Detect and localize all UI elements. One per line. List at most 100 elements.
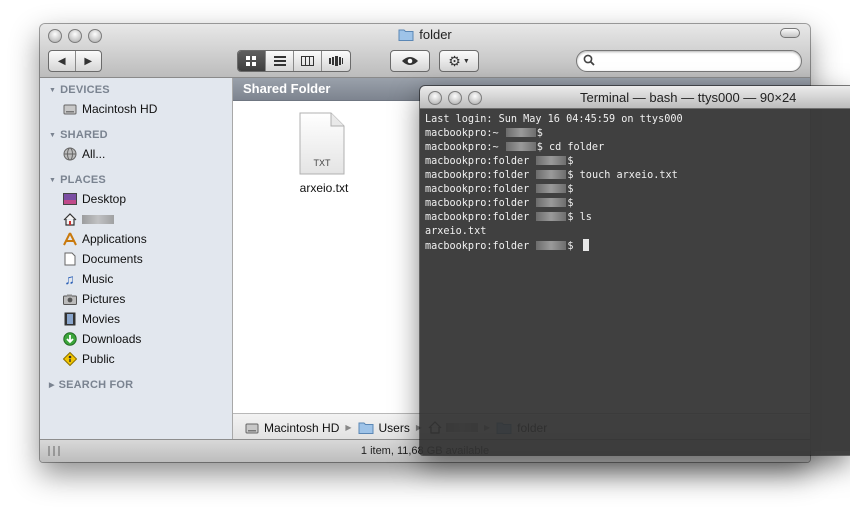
terminal-line-prefix: macbookpro:folder xyxy=(425,170,536,181)
sidebar-item-label: Applications xyxy=(82,232,147,246)
sidebar: DEVICES Macintosh HD SHARED All... PLACE… xyxy=(40,78,233,440)
terminal-title: Terminal — bash — ttys000 — 90×24 xyxy=(580,90,797,105)
sidebar-item-pictures[interactable]: Pictures xyxy=(62,291,125,307)
forward-button[interactable]: ▶ xyxy=(74,51,102,71)
hard-drive-icon xyxy=(62,102,77,116)
documents-icon xyxy=(62,252,77,266)
file-type-badge: TXT xyxy=(313,158,331,168)
path-item-macintosh-hd[interactable]: Macintosh HD xyxy=(245,421,339,435)
sidebar-item-public[interactable]: Public xyxy=(62,351,115,367)
terminal-titlebar: Terminal — bash — ttys000 — 90×24 xyxy=(420,86,850,109)
column-view-button[interactable] xyxy=(293,51,321,71)
gear-icon: ⚙ xyxy=(448,52,461,69)
sidebar-heading-devices[interactable]: DEVICES xyxy=(49,84,110,96)
terminal-line-prefix: macbookpro:folder xyxy=(425,212,536,223)
terminal-line-suffix: $ xyxy=(536,128,543,139)
column-view-icon xyxy=(301,56,314,66)
applications-icon xyxy=(62,232,77,246)
close-button[interactable] xyxy=(428,91,442,105)
pictures-icon xyxy=(62,292,77,306)
terminal-line-suffix: $ xyxy=(567,198,574,209)
file-name-label[interactable]: arxeio.txt xyxy=(281,181,367,195)
icon-view-icon xyxy=(246,55,256,66)
window-controls xyxy=(428,91,482,105)
redacted-username xyxy=(536,156,567,165)
terminal-line-prefix: macbookpro:~ xyxy=(425,142,505,153)
back-forward-control: ◀ ▶ xyxy=(48,50,102,72)
terminal-line: macbookpro:folder $ ls xyxy=(425,211,850,225)
sidebar-resize-handle[interactable] xyxy=(48,446,60,456)
home-icon xyxy=(62,212,77,226)
sidebar-item-desktop[interactable]: Desktop xyxy=(62,191,126,207)
quick-look-button[interactable] xyxy=(390,50,430,72)
eye-icon xyxy=(402,57,418,65)
home-folder-label-redacted xyxy=(82,214,114,224)
finder-toolbar: folder ◀ ▶ ⚙ ▼ xyxy=(40,24,810,78)
list-view-icon xyxy=(273,56,286,66)
terminal-line: macbookpro:folder $ xyxy=(425,155,850,169)
sidebar-item-label: Pictures xyxy=(82,292,126,306)
sidebar-item-music[interactable]: ♫ Music xyxy=(62,271,113,287)
path-item-label: Macintosh HD xyxy=(264,420,340,435)
terminal-window: Terminal — bash — ttys000 — 90×24 Last l… xyxy=(420,86,850,455)
terminal-line-prefix: macbookpro:~ xyxy=(425,128,505,139)
search-icon xyxy=(583,54,595,66)
sidebar-item-label: Downloads xyxy=(82,332,142,346)
terminal-line-suffix: $ ls xyxy=(567,212,592,223)
sidebar-heading-places[interactable]: PLACES xyxy=(49,174,106,186)
sidebar-item-home[interactable] xyxy=(62,211,114,227)
list-view-button[interactable] xyxy=(265,51,293,71)
path-item-users[interactable]: Users xyxy=(358,421,410,435)
sidebar-item-label: All... xyxy=(82,147,106,161)
file-item[interactable]: TXT xyxy=(297,112,347,176)
terminal-output[interactable]: Last login: Sun May 16 04:45:59 on ttys0… xyxy=(425,113,850,254)
public-icon xyxy=(62,352,77,366)
sidebar-item-applications[interactable]: Applications xyxy=(62,231,147,247)
terminal-line: macbookpro:folder $ xyxy=(425,239,850,254)
terminal-line-suffix: $ xyxy=(567,156,574,167)
downloads-icon xyxy=(62,332,77,346)
path-item-label: Users xyxy=(378,420,410,435)
terminal-line: Last login: Sun May 16 04:45:59 on ttys0… xyxy=(425,113,850,127)
terminal-line: macbookpro:~ $ xyxy=(425,127,850,141)
redacted-username xyxy=(536,212,567,221)
redacted-username xyxy=(536,241,567,250)
window-title: folder xyxy=(40,27,810,42)
sidebar-item-downloads[interactable]: Downloads xyxy=(62,331,141,347)
terminal-line-suffix: $ xyxy=(567,184,574,195)
sidebar-heading-search-for[interactable]: SEARCH FOR xyxy=(49,379,134,391)
redacted-username xyxy=(536,184,567,193)
sidebar-item-documents[interactable]: Documents xyxy=(62,251,143,267)
terminal-line-prefix: macbookpro:folder xyxy=(425,241,536,252)
desktop-icon xyxy=(62,192,77,206)
sidebar-item-movies[interactable]: Movies xyxy=(62,311,120,327)
terminal-line-suffix: $ cd folder xyxy=(536,142,605,153)
sidebar-heading-shared[interactable]: SHARED xyxy=(49,129,108,141)
search-field[interactable] xyxy=(576,50,802,72)
terminal-line: macbookpro:folder $ xyxy=(425,183,850,197)
hard-drive-icon xyxy=(245,423,259,433)
view-mode-control xyxy=(237,50,351,72)
sidebar-item-macintosh-hd[interactable]: Macintosh HD xyxy=(62,101,157,117)
sidebar-item-all[interactable]: All... xyxy=(62,146,105,162)
sidebar-item-label: Documents xyxy=(82,252,143,266)
toolbar-toggle-button[interactable] xyxy=(780,28,800,38)
cover-flow-button[interactable] xyxy=(321,51,350,71)
movies-icon xyxy=(62,312,77,326)
redacted-username xyxy=(536,170,567,179)
sidebar-item-label: Macintosh HD xyxy=(82,102,158,116)
window-title-label: folder xyxy=(419,27,452,42)
zoom-button[interactable] xyxy=(468,91,482,105)
chevron-down-icon: ▼ xyxy=(462,57,470,65)
path-separator-icon: ▶ xyxy=(345,423,352,432)
action-menu-button[interactable]: ⚙ ▼ xyxy=(439,50,479,72)
icon-view-button[interactable] xyxy=(238,51,265,71)
terminal-line: macbookpro:folder $ xyxy=(425,197,850,211)
back-button[interactable]: ◀ xyxy=(49,51,75,71)
music-icon: ♫ xyxy=(64,271,75,287)
sidebar-item-label: Movies xyxy=(82,312,121,326)
sidebar-item-label: Music xyxy=(82,272,114,286)
redacted-username xyxy=(505,142,536,151)
minimize-button[interactable] xyxy=(448,91,462,105)
terminal-line-suffix: $ xyxy=(567,241,580,252)
